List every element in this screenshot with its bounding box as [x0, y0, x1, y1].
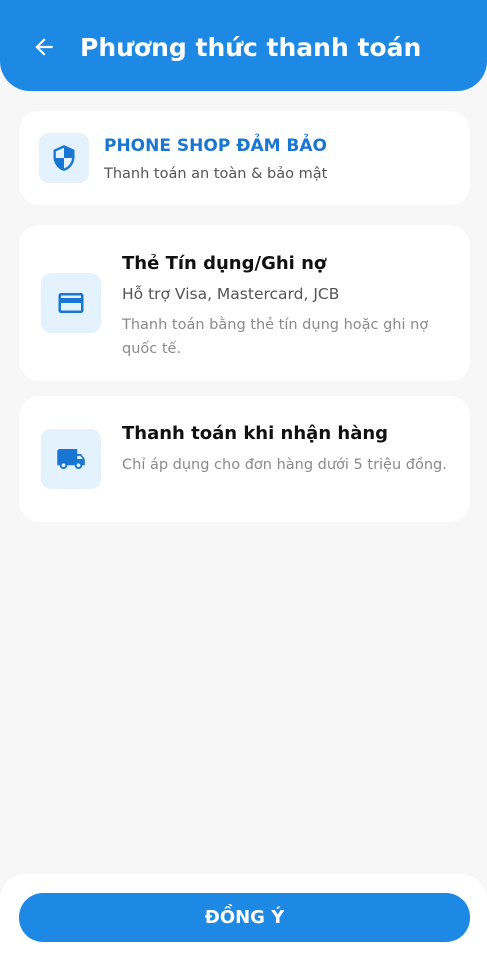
payment-option-credit-card[interactable]: Thẻ Tín dụng/Ghi nợ Hỗ trợ Visa, Masterc…	[19, 225, 470, 381]
back-button[interactable]	[28, 31, 60, 63]
shield-icon	[53, 145, 75, 171]
payment-option-description: Thanh toán bằng thẻ tín dụng hoặc ghi nợ…	[122, 317, 429, 357]
guarantee-subtitle: Thanh toán an toàn & bảo mật	[104, 166, 328, 182]
payment-option-support: Hỗ trợ Visa, Mastercard, JCB	[122, 285, 340, 303]
payment-option-description: Chỉ áp dụng cho đơn hàng dưới 5 triệu đồ…	[122, 457, 447, 473]
app-header: Phương thức thanh toán	[0, 0, 487, 91]
truck-icon-container	[41, 429, 101, 489]
confirm-button[interactable]: ĐỒNG Ý	[19, 893, 470, 942]
guarantee-card: PHONE SHOP ĐẢM BẢO Thanh toán an toàn & …	[19, 111, 470, 205]
page-title: Phương thức thanh toán	[80, 33, 422, 62]
payment-option-title: Thẻ Tín dụng/Ghi nợ	[122, 253, 327, 274]
bottom-action-bar: ĐỒNG Ý	[0, 874, 487, 961]
payment-option-title: Thanh toán khi nhận hàng	[122, 423, 389, 444]
guarantee-icon-container	[39, 133, 89, 183]
arrow-left-icon	[35, 38, 53, 56]
credit-card-icon	[58, 293, 84, 313]
truck-icon	[57, 449, 85, 469]
credit-card-icon-container	[41, 273, 101, 333]
guarantee-title: PHONE SHOP ĐẢM BẢO	[104, 136, 328, 156]
payment-option-cod[interactable]: Thanh toán khi nhận hàng Chỉ áp dụng cho…	[19, 396, 470, 522]
